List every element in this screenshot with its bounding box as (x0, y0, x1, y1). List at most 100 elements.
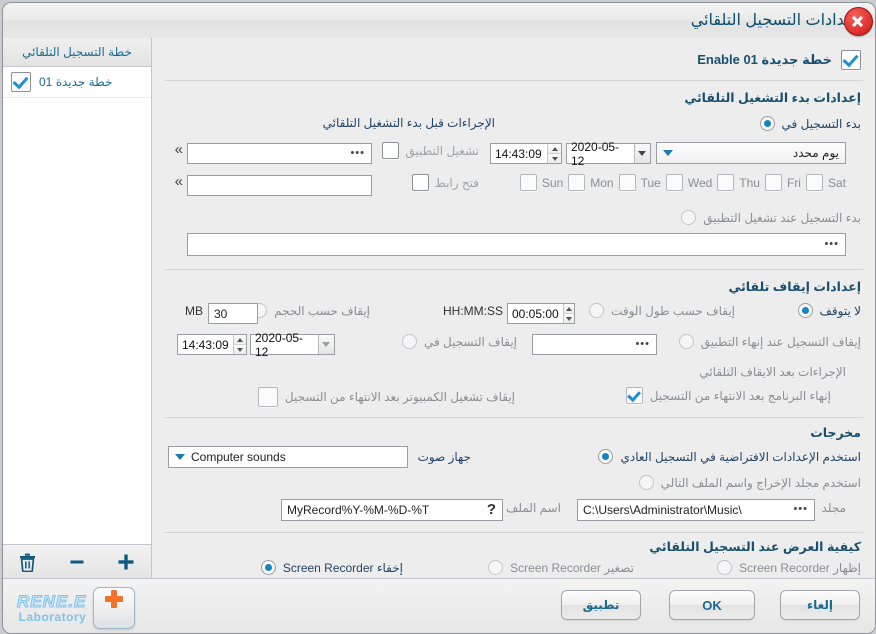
audio-device-label: جهاز صوت (417, 450, 471, 464)
output-default-label: استخدم الإعدادات الافتراضية في التسجيل ا… (620, 449, 861, 464)
start-at-label: بدء التسجيل في (781, 116, 861, 131)
ok-button[interactable]: OK (669, 590, 755, 620)
brand-subtitle: Laboratory (18, 609, 87, 624)
display-minimize-radio[interactable] (488, 560, 504, 575)
remove-plan-button[interactable] (62, 550, 92, 574)
cancel-button[interactable]: إلغاء (780, 590, 860, 620)
start-app-path-input[interactable]: ••• (187, 233, 846, 256)
display-option-hide[interactable]: إخفاء Screen Recorder (260, 560, 403, 575)
stop-size-input[interactable]: 30 (208, 303, 258, 324)
stop-never-row[interactable]: لا يتوقف (797, 303, 862, 318)
enable-plan-label: خطة جديدة Enable 01 (697, 52, 832, 67)
open-link-expand-icon[interactable]: » (175, 174, 183, 189)
stop-duration-row[interactable]: إيقاف حسب طول الوقت (589, 303, 735, 318)
apply-button[interactable]: تطبيق (561, 590, 641, 620)
run-app-row[interactable]: تشغيل التطبيق (382, 142, 479, 159)
exit-program-checkbox[interactable] (625, 387, 643, 404)
weekday-checkbox-mon[interactable] (568, 174, 586, 191)
stop-size-label: إيقاف حسب الحجم (274, 303, 370, 318)
plan-enabled-checkbox[interactable] (11, 72, 31, 92)
shutdown-checkbox[interactable] (257, 387, 278, 407)
stop-date-picker[interactable]: 2020-05-12 (250, 331, 335, 359)
stop-size-row[interactable]: إيقاف حسب الحجم (252, 303, 370, 318)
stop-duration-stepper[interactable] (562, 304, 574, 323)
start-date-picker[interactable]: 2020-05-12 (566, 140, 651, 168)
sidebar-item-label: خطة جديدة 01 (39, 75, 113, 89)
weekday-label-sat: Sat (827, 175, 846, 190)
open-link-checkbox[interactable] (411, 174, 429, 191)
weekday-checkbox-sun[interactable] (519, 174, 537, 191)
stop-never-radio[interactable] (797, 303, 813, 318)
display-show-radio[interactable] (717, 560, 733, 575)
weekday-checkbox-fri[interactable] (764, 174, 782, 191)
chevron-down-icon (663, 150, 673, 156)
add-plan-button[interactable] (111, 550, 141, 574)
weekday-checkbox-sat[interactable] (805, 174, 823, 191)
weekday-checkbox-tue[interactable] (618, 174, 636, 191)
stop-on-app-exit-radio[interactable] (678, 334, 694, 349)
stop-at-row[interactable]: إيقاف التسجيل في (401, 334, 517, 349)
start-at-radio-row[interactable]: بدء التسجيل في (759, 116, 861, 131)
calendar-chevron-down-icon[interactable] (317, 335, 334, 354)
stop-on-app-exit-row[interactable]: إيقاف التسجيل عند إنهاء التطبيق (678, 334, 861, 349)
start-at-radio[interactable] (759, 116, 775, 131)
trash-icon[interactable] (13, 550, 43, 574)
weekday-checkbox-wed[interactable] (665, 174, 683, 191)
stop-duration-spinner[interactable]: 00:05:00 (507, 303, 575, 324)
plan-list-header: خطة التسجيل التلقائي (3, 38, 151, 67)
stop-time-value: 14:43:09 (182, 337, 229, 352)
calendar-chevron-down-icon[interactable] (633, 144, 650, 163)
display-option-minimize[interactable]: تصغير Screen Recorder (488, 560, 634, 575)
start-on-app-radio[interactable] (681, 210, 697, 225)
brand-name: RENE.E (16, 591, 87, 611)
run-app-expand-icon[interactable]: » (175, 142, 183, 157)
output-custom-radio[interactable] (638, 475, 654, 490)
output-default-row[interactable]: استخدم الإعدادات الافتراضية في التسجيل ا… (598, 449, 861, 464)
run-app-checkbox[interactable] (382, 142, 400, 159)
stop-at-radio[interactable] (401, 334, 417, 349)
start-time-spinner[interactable]: 14:43:09 (490, 143, 562, 164)
run-app-input[interactable]: ••• (187, 143, 372, 164)
start-time-stepper[interactable] (547, 144, 561, 163)
size-unit-label: MB (185, 304, 203, 318)
folder-input[interactable]: C:\Users\Administrator\Music\ ••• (577, 499, 815, 521)
open-link-input[interactable] (187, 175, 372, 196)
plan-enable-row: خطة جديدة Enable 01 (697, 50, 861, 70)
stop-time-spinner[interactable]: 14:43:09 (177, 334, 247, 355)
question-mark-icon[interactable]: ? (487, 501, 496, 518)
display-option-show[interactable]: إظهار Screen Recorder (717, 560, 861, 575)
open-link-row[interactable]: فتح رابط (411, 174, 479, 191)
sidebar-item-plan-01[interactable]: خطة جديدة 01 (3, 67, 151, 98)
weekday-label-tue: Tue (640, 175, 661, 190)
stop-duration-radio[interactable] (589, 303, 605, 318)
day-mode-select[interactable]: يوم محدد (656, 142, 846, 164)
output-custom-label: استخدم مجلد الإخراج واسم الملف التالي (660, 475, 861, 490)
ellipsis-icon[interactable]: ••• (350, 147, 365, 159)
open-link-label: فتح رابط (434, 175, 479, 190)
enable-plan-checkbox[interactable] (841, 50, 861, 70)
dialog-footer: RENE.E Laboratory تطبيق OK إلغاء (3, 578, 875, 633)
shutdown-row[interactable]: إيقاف تشغيل الكمبيوتر بعد الانتهاء من ال… (257, 387, 515, 407)
stop-time-stepper[interactable] (232, 335, 246, 354)
start-on-app-radio-row[interactable]: بدء التسجيل عند تشغيل التطبيق (681, 210, 861, 225)
start-on-app-label: بدء التسجيل عند تشغيل التطبيق (703, 210, 861, 225)
stop-app-exit-input[interactable]: ••• (532, 334, 657, 355)
exit-program-row[interactable]: إنهاء البرنامج بعد الانتهاء من التسجيل (625, 387, 831, 404)
stop-duration-value: 00:05:00 (512, 306, 559, 321)
ellipsis-icon[interactable]: ••• (793, 503, 808, 515)
close-icon[interactable] (844, 7, 873, 36)
filename-input[interactable]: MyRecord%Y-%M-%D-%T ? (281, 499, 503, 521)
stop-duration-label: إيقاف حسب طول الوقت (611, 303, 735, 318)
stop-never-label: لا يتوقف (819, 303, 862, 318)
brand-logo: RENE.E Laboratory (16, 587, 136, 629)
output-default-radio[interactable] (598, 449, 614, 464)
pre-actions-title: الإجراءات قبل بدء التشغيل التلقائي (322, 116, 495, 130)
display-hide-label: إخفاء Screen Recorder (282, 560, 403, 575)
ellipsis-icon[interactable]: ••• (824, 238, 839, 250)
weekday-checkbox-thu[interactable] (717, 174, 735, 191)
audio-device-select[interactable]: Computer sounds (168, 446, 408, 468)
start-section-title: إعدادات بدء التشغيل التلقائي (684, 91, 861, 105)
output-custom-row[interactable]: استخدم مجلد الإخراج واسم الملف التالي (638, 475, 861, 490)
display-hide-radio[interactable] (260, 560, 276, 575)
ellipsis-icon[interactable]: ••• (635, 338, 650, 350)
